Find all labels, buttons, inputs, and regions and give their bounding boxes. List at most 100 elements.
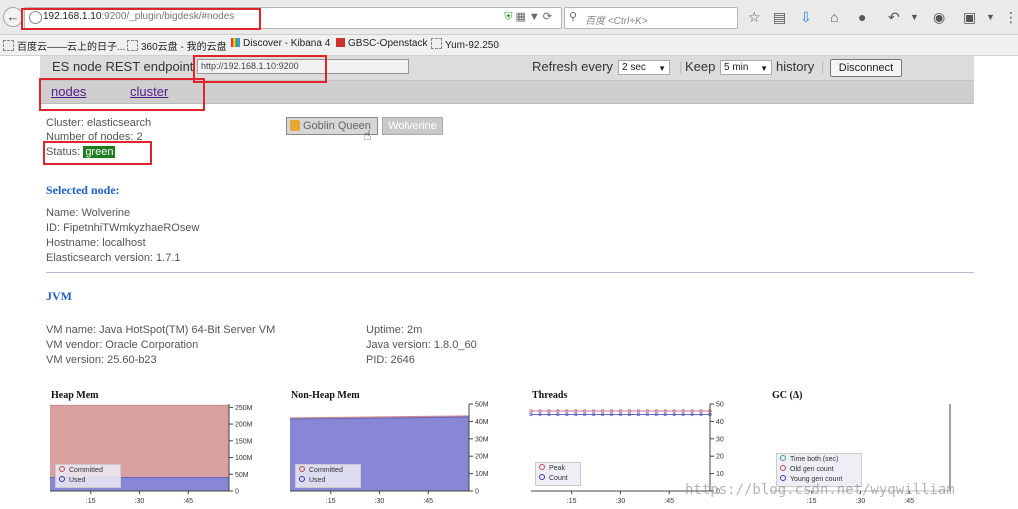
qr-icon[interactable]: ▦ (515, 11, 528, 23)
star-icon[interactable]: ☆ (748, 9, 761, 25)
search-placeholder: 百度 <Ctrl+K> (585, 16, 648, 27)
dropdown-icon[interactable]: ▼ (529, 11, 543, 23)
legend-dot-icon (539, 464, 545, 470)
endpoint-input[interactable] (197, 59, 409, 74)
x-tick-label: :15 (807, 498, 817, 505)
search-box[interactable]: ⚲ 百度 <Ctrl+K> (564, 7, 738, 29)
y-tick-label: 50M (235, 472, 249, 479)
x-tick-label: :30 (856, 498, 866, 505)
openstack-icon (336, 38, 345, 47)
cluster-name: Cluster: elasticsearch (46, 117, 152, 129)
separator: | (679, 59, 683, 74)
chart-title: Non-Heap Mem (291, 390, 360, 401)
separator: | (821, 59, 825, 74)
y-tick-label: 100M (235, 455, 253, 462)
chart-title: GC (Δ) (772, 390, 803, 401)
x-tick-label: :15 (326, 498, 336, 505)
y-tick-label: 50 (716, 402, 724, 409)
undo-icon[interactable]: ↶ (888, 9, 900, 25)
node-label: Wolverine (388, 120, 437, 132)
y-tick-label: 150M (235, 438, 253, 445)
tab-cluster[interactable]: cluster (130, 84, 168, 99)
x-tick-label: :30 (616, 498, 626, 505)
crop-icon[interactable]: ▣ (963, 9, 976, 25)
node-id: ID: FipetnhiTWmkyzhaeROsew (46, 222, 200, 234)
search-icon: ⚲ (569, 11, 578, 23)
node-name: Name: Wolverine (46, 207, 131, 219)
x-tick-label: :30 (375, 498, 385, 505)
y-tick-label: 0 (475, 489, 479, 496)
legend-item: Time both (sec) (780, 455, 858, 465)
disconnect-button[interactable]: Disconnect (830, 59, 902, 77)
legend-item: Count (539, 474, 577, 484)
x-tick-label: :45 (423, 498, 433, 505)
selected-node-heading: Selected node: (46, 183, 120, 197)
tab-nodes[interactable]: nodes (51, 84, 86, 99)
bookmark-label: GBSC-Openstack (348, 38, 428, 49)
chat-icon[interactable]: ● (858, 9, 866, 25)
url-text: 192.168.1.10:9200/_plugin/bigdesk/#nodes (43, 11, 234, 22)
chart-legend: Committed Used (55, 464, 121, 488)
home-icon[interactable]: ⌂ (830, 9, 838, 25)
refresh-value: 2 sec (622, 62, 646, 73)
legend-dot-icon (780, 475, 786, 481)
legend-label: Time both (sec) (790, 456, 839, 463)
keep-value: 5 min (724, 62, 749, 73)
reload-icon[interactable]: ⟳ (543, 11, 555, 23)
section-divider (46, 272, 974, 273)
node-button-wolverine[interactable]: Wolverine (382, 117, 443, 135)
bookmark-icon (3, 40, 14, 51)
shield-icon[interactable]: ⛨ (504, 11, 515, 23)
x-tick-label: :15 (86, 498, 96, 505)
tabs-bar (40, 81, 974, 104)
address-bar[interactable]: 192.168.1.10:9200/_plugin/bigdesk/#nodes… (24, 7, 562, 29)
y-tick-label: 250M (235, 405, 253, 412)
bookmark-item[interactable]: Discover - Kibana 4 (231, 38, 330, 49)
legend-item: Peak (539, 464, 577, 474)
y-tick-label: 0 (235, 489, 239, 496)
reading-list-icon[interactable]: ▤ (773, 9, 786, 25)
bookmarks-bar: 百度云——云上的日子... 360云盘 - 我的云盘 Discover - Ki… (0, 35, 1018, 56)
non-heap-mem-plot: 0 10M 20M 30M 40M 50M:15:30:45 (289, 402, 489, 505)
bookmark-item[interactable]: 360云盘 - 我的云盘 (127, 38, 227, 53)
endpoint-label: ES node REST endpoint (52, 59, 194, 74)
refresh-select[interactable]: 2 sec ▼ (618, 60, 670, 75)
legend-item: Committed (299, 466, 357, 476)
y-tick-label: 20M (475, 454, 489, 461)
message-icon[interactable]: ◉ (933, 9, 945, 25)
legend-item: Used (299, 476, 357, 486)
x-tick-label: :30 (135, 498, 145, 505)
jvm-uptime: Uptime: 2m (366, 324, 423, 336)
y-tick-label: 30 (716, 436, 724, 443)
master-crown-icon (290, 120, 300, 131)
node-hostname: Hostname: localhost (46, 237, 146, 249)
legend-item: Used (59, 476, 117, 486)
menu-icon[interactable]: ⋮ (1004, 9, 1018, 25)
bookmark-label: Discover - Kibana 4 (243, 38, 331, 49)
y-tick-label: 30M (475, 436, 489, 443)
legend-label: Count (549, 475, 568, 482)
x-tick-label: :45 (904, 498, 914, 505)
download-icon[interactable]: ⇩ (800, 9, 812, 25)
legend-item: Old gen count (780, 465, 858, 475)
x-tick-label: :15 (567, 498, 577, 505)
x-tick-label: :45 (664, 498, 674, 505)
legend-label: Used (69, 477, 86, 484)
jvm-vm-vendor: VM vendor: Oracle Corporation (46, 339, 199, 351)
y-tick-label: 20 (716, 454, 724, 461)
legend-label: Committed (69, 467, 103, 474)
bookmark-label: 360云盘 - 我的云盘 (141, 42, 227, 53)
legend-dot-icon (299, 466, 305, 472)
keep-label: Keep (685, 59, 716, 74)
status-label: Status: (46, 146, 81, 158)
bookmark-item[interactable]: Yum-92.250 (431, 38, 499, 51)
back-arrow-icon[interactable]: ← (3, 7, 23, 27)
bookmark-item[interactable]: 百度云——云上的日子... (3, 38, 125, 53)
crop-dropdown-icon[interactable]: ▼ (986, 9, 995, 25)
undo-dropdown-icon[interactable]: ▼ (910, 9, 919, 25)
keep-select[interactable]: 5 min ▼ (720, 60, 772, 75)
cluster-status: Status: green (46, 146, 116, 158)
legend-dot-icon (780, 455, 786, 461)
globe-icon (29, 11, 42, 24)
bookmark-item[interactable]: GBSC-Openstack (336, 38, 427, 49)
